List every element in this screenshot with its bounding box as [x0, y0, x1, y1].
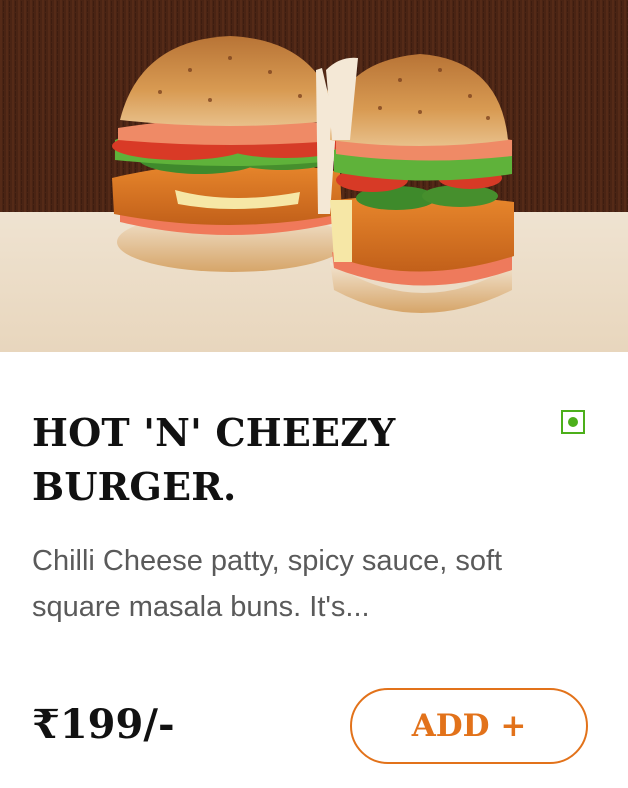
veg-indicator-dot [568, 417, 578, 427]
product-title: HOT 'N' CHEEZY BURGER. [32, 410, 396, 509]
burger-left-half [112, 36, 347, 272]
product-image[interactable] [0, 0, 628, 352]
veg-indicator-icon [561, 410, 585, 434]
product-card[interactable]: HOT 'N' CHEEZY BURGER. Chilli Cheese pat… [0, 0, 628, 788]
product-price: ₹199/- [32, 701, 175, 748]
product-description: Chilli Cheese patty, spicy sauce, soft s… [32, 545, 503, 623]
add-to-cart-button[interactable]: ADD + [350, 688, 588, 764]
